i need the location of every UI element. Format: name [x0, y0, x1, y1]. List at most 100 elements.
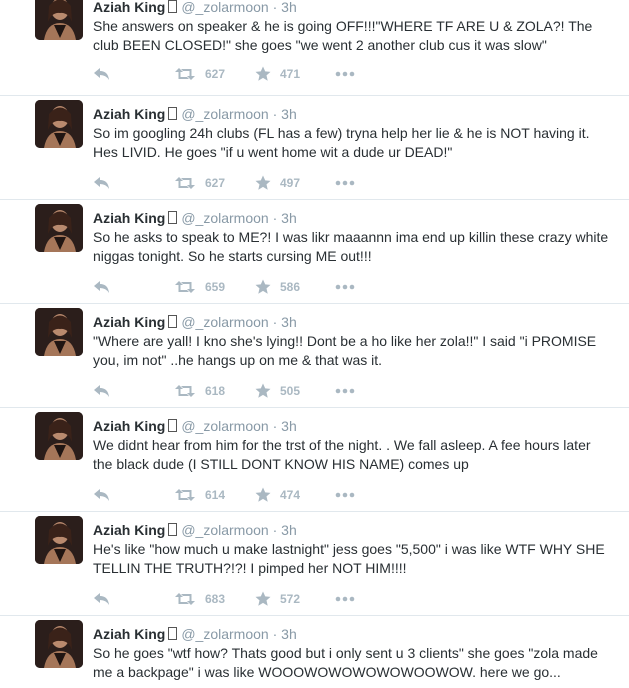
tweet-item[interactable]: Aziah King @_zolarmoon · 3h "Where are ya…: [0, 304, 629, 408]
timestamp[interactable]: 3h: [281, 418, 297, 434]
retweet-icon: [175, 592, 195, 606]
tweet-text: He's like "how much u make lastnight" je…: [93, 541, 605, 576]
retweet-count: 614: [205, 488, 226, 502]
tweet-header: Aziah King @_zolarmoon · 3h: [93, 209, 297, 227]
retweet-count: 683: [205, 592, 226, 606]
more-dots-icon: [335, 180, 355, 186]
tweet-item[interactable]: Aziah King @_zolarmoon · 3h We didnt hear…: [0, 408, 629, 512]
favorite-button[interactable]: 471: [255, 65, 300, 83]
star-icon: [255, 279, 271, 295]
more-button[interactable]: [335, 174, 355, 192]
more-dots-icon: [335, 388, 355, 394]
timestamp[interactable]: 3h: [281, 626, 297, 642]
retweet-button[interactable]: 627: [175, 174, 225, 192]
avatar[interactable]: [35, 620, 83, 668]
favorite-button[interactable]: 586: [255, 278, 300, 296]
separator-dot: ·: [268, 418, 282, 434]
tweet-item[interactable]: Aziah King @_zolarmoon · 3h He's like "ho…: [0, 512, 629, 616]
tweet-text: She answers on speaker & he is going OFF…: [93, 18, 593, 53]
more-button[interactable]: [335, 278, 355, 296]
more-dots-icon: [335, 596, 355, 602]
tweet-header: Aziah King @_zolarmoon · 3h: [93, 625, 297, 643]
timestamp[interactable]: 3h: [281, 210, 297, 226]
tweet-text: "Where are yall! I kno she's lying!! Don…: [93, 333, 597, 368]
favorite-button[interactable]: 572: [255, 590, 300, 608]
author-name[interactable]: Aziah King: [93, 522, 165, 538]
separator-dot: ·: [268, 0, 282, 15]
favorite-count: 586: [280, 280, 301, 294]
reply-button[interactable]: [93, 382, 111, 400]
tweet-item[interactable]: Aziah King @_zolarmoon · 3h So im googlin…: [0, 96, 629, 200]
tweet-item[interactable]: Aziah King @_zolarmoon · 3h So he asks to…: [0, 200, 629, 304]
more-dots-icon: [335, 284, 355, 290]
tweet-item[interactable]: Aziah King @_zolarmoon · 3h She answers o…: [0, 0, 629, 96]
retweet-icon: [175, 384, 195, 398]
avatar[interactable]: [35, 100, 83, 148]
more-button[interactable]: [335, 382, 355, 400]
tweet-actions: 614 474: [93, 486, 393, 504]
avatar[interactable]: [35, 308, 83, 356]
author-name[interactable]: Aziah King: [93, 314, 165, 330]
star-icon: [255, 383, 271, 399]
tweet-actions: 618 505: [93, 382, 393, 400]
author-handle[interactable]: @_zolarmoon: [181, 106, 268, 122]
reply-icon: [93, 592, 111, 606]
tweet-item[interactable]: Aziah King @_zolarmoon · 3h So he goes "w…: [0, 616, 629, 688]
favorite-count: 474: [280, 488, 301, 502]
favorite-count: 497: [280, 176, 301, 190]
tweet-text: So he goes "wtf how? Thats good but i on…: [93, 645, 598, 680]
reply-icon: [93, 280, 111, 294]
author-name[interactable]: Aziah King: [93, 626, 165, 642]
more-dots-icon: [335, 492, 355, 498]
retweet-count: 659: [205, 280, 226, 294]
reply-button[interactable]: [93, 174, 111, 192]
retweet-count: 618: [205, 384, 226, 398]
timestamp[interactable]: 3h: [281, 314, 297, 330]
favorite-count: 572: [280, 592, 301, 606]
author-handle[interactable]: @_zolarmoon: [181, 314, 268, 330]
more-button[interactable]: [335, 590, 355, 608]
retweet-button[interactable]: 614: [175, 486, 225, 504]
retweet-button[interactable]: 659: [175, 278, 225, 296]
author-handle[interactable]: @_zolarmoon: [181, 0, 268, 15]
tweet-header: Aziah King @_zolarmoon · 3h: [93, 521, 297, 539]
favorite-count: 471: [280, 67, 301, 81]
author-handle[interactable]: @_zolarmoon: [181, 626, 268, 642]
retweet-button[interactable]: 618: [175, 382, 225, 400]
more-button[interactable]: [335, 486, 355, 504]
retweet-button[interactable]: 627: [175, 65, 225, 83]
author-name[interactable]: Aziah King: [93, 418, 165, 434]
favorite-button[interactable]: 505: [255, 382, 300, 400]
reply-button[interactable]: [93, 590, 111, 608]
author-handle[interactable]: @_zolarmoon: [181, 522, 268, 538]
star-icon: [255, 66, 271, 82]
avatar[interactable]: [35, 204, 83, 252]
author-name[interactable]: Aziah King: [93, 210, 165, 226]
timestamp[interactable]: 3h: [281, 522, 297, 538]
timestamp[interactable]: 3h: [281, 106, 297, 122]
reply-icon: [93, 384, 111, 398]
retweet-icon: [175, 488, 195, 502]
emoji-box-icon: [168, 211, 178, 224]
retweet-button[interactable]: 683: [175, 590, 225, 608]
author-name[interactable]: Aziah King: [93, 106, 165, 122]
retweet-count: 627: [205, 67, 226, 81]
tweet-header: Aziah King @_zolarmoon · 3h: [93, 0, 297, 16]
favorite-button[interactable]: 497: [255, 174, 300, 192]
emoji-box-icon: [168, 0, 178, 13]
avatar[interactable]: [35, 412, 83, 460]
author-name[interactable]: Aziah King: [93, 0, 165, 15]
author-handle[interactable]: @_zolarmoon: [181, 210, 268, 226]
separator-dot: ·: [268, 210, 282, 226]
retweet-icon: [175, 67, 195, 81]
separator-dot: ·: [268, 522, 282, 538]
avatar[interactable]: [35, 0, 83, 40]
reply-button[interactable]: [93, 486, 111, 504]
avatar[interactable]: [35, 516, 83, 564]
favorite-button[interactable]: 474: [255, 486, 300, 504]
more-button[interactable]: [335, 65, 355, 83]
timestamp[interactable]: 3h: [281, 0, 297, 15]
author-handle[interactable]: @_zolarmoon: [181, 418, 268, 434]
reply-button[interactable]: [93, 278, 111, 296]
reply-button[interactable]: [93, 65, 111, 83]
